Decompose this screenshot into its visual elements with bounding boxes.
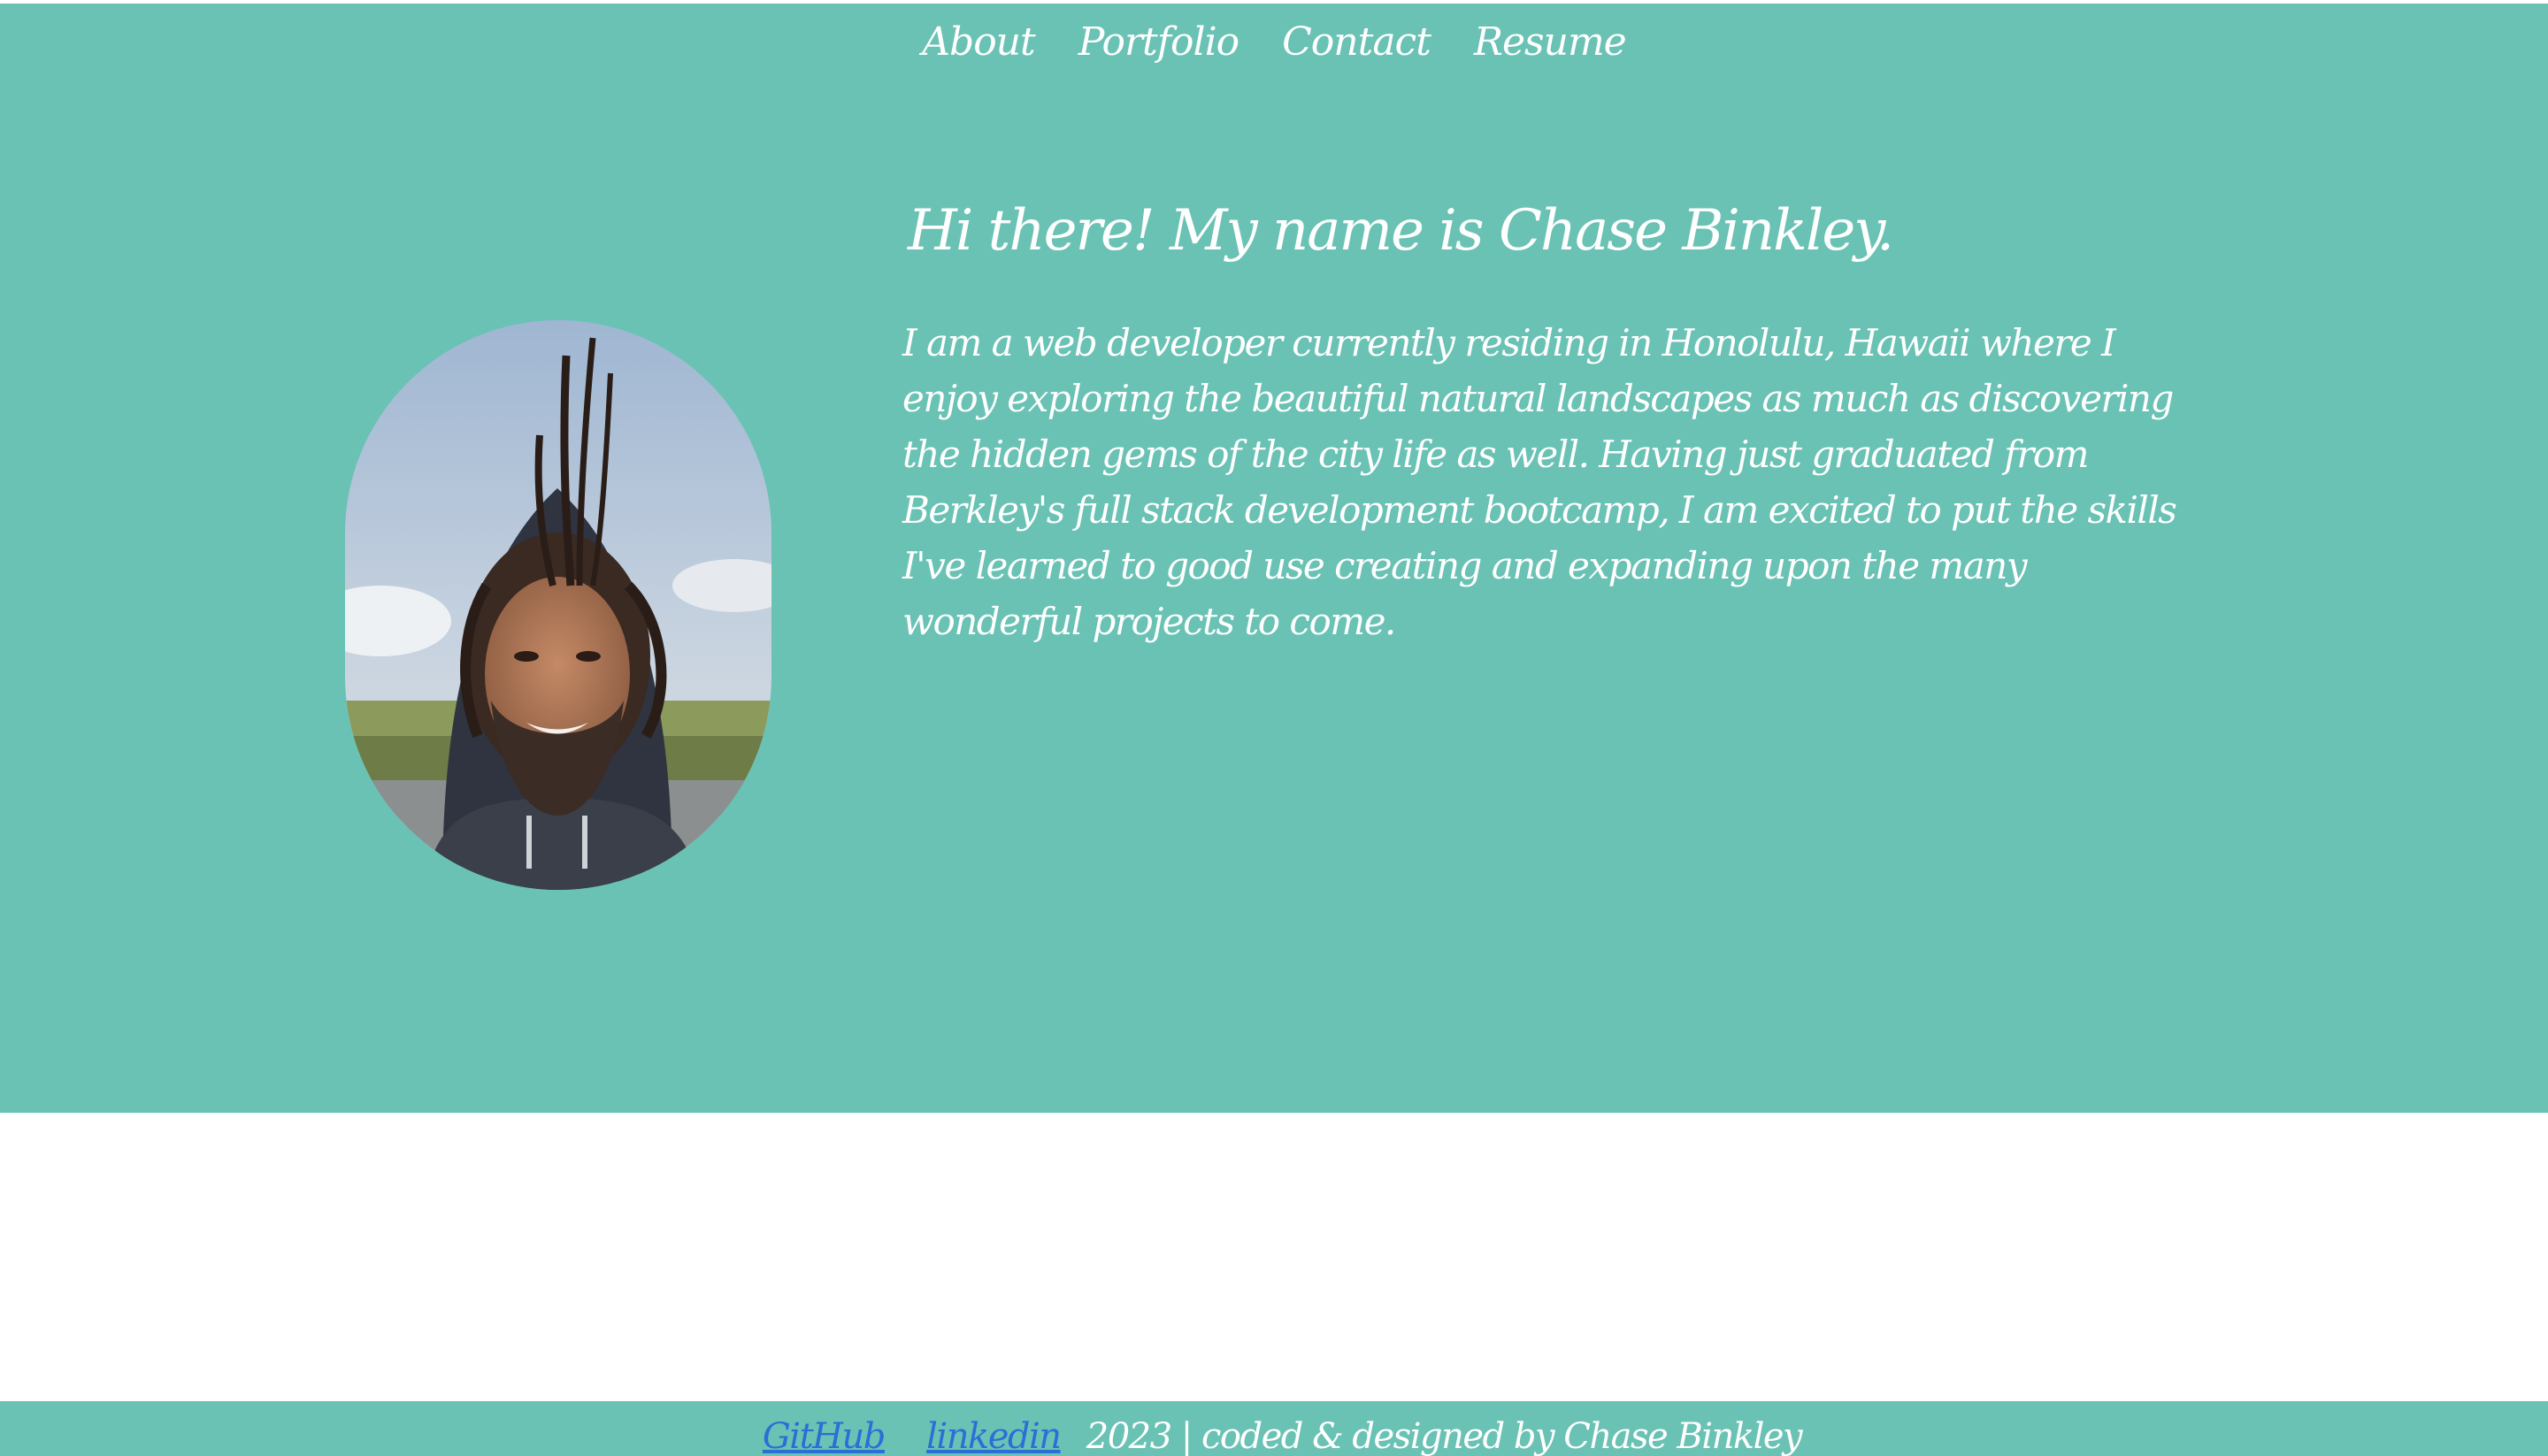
site-footer: GitHub linkedin 2023 | coded & designed … [0, 1401, 2548, 1456]
profile-photo [345, 320, 771, 890]
nav-portfolio-link[interactable]: Portfolio [1078, 19, 1239, 65]
hero-section: About Portfolio Contact Resume Hi there!… [0, 4, 2548, 1113]
main-nav: About Portfolio Contact Resume [0, 19, 2548, 65]
nav-contact-link[interactable]: Contact [1282, 19, 1431, 65]
linkedin-link[interactable]: linkedin [926, 1416, 1062, 1456]
page: About Portfolio Contact Resume Hi there!… [0, 0, 2548, 1456]
copyright-text: 2023 | coded & designed by Chase Binkley [1086, 1416, 1803, 1456]
page-title: Hi there! My name is Chase Binkley. [908, 198, 1894, 264]
nav-about-link[interactable]: About [922, 19, 1035, 65]
nav-resume-link[interactable]: Resume [1474, 19, 1627, 65]
github-link[interactable]: GitHub [763, 1416, 886, 1456]
bio-paragraph: I am a web developer currently residing … [902, 321, 2177, 643]
portrait-photo-icon [345, 320, 771, 890]
